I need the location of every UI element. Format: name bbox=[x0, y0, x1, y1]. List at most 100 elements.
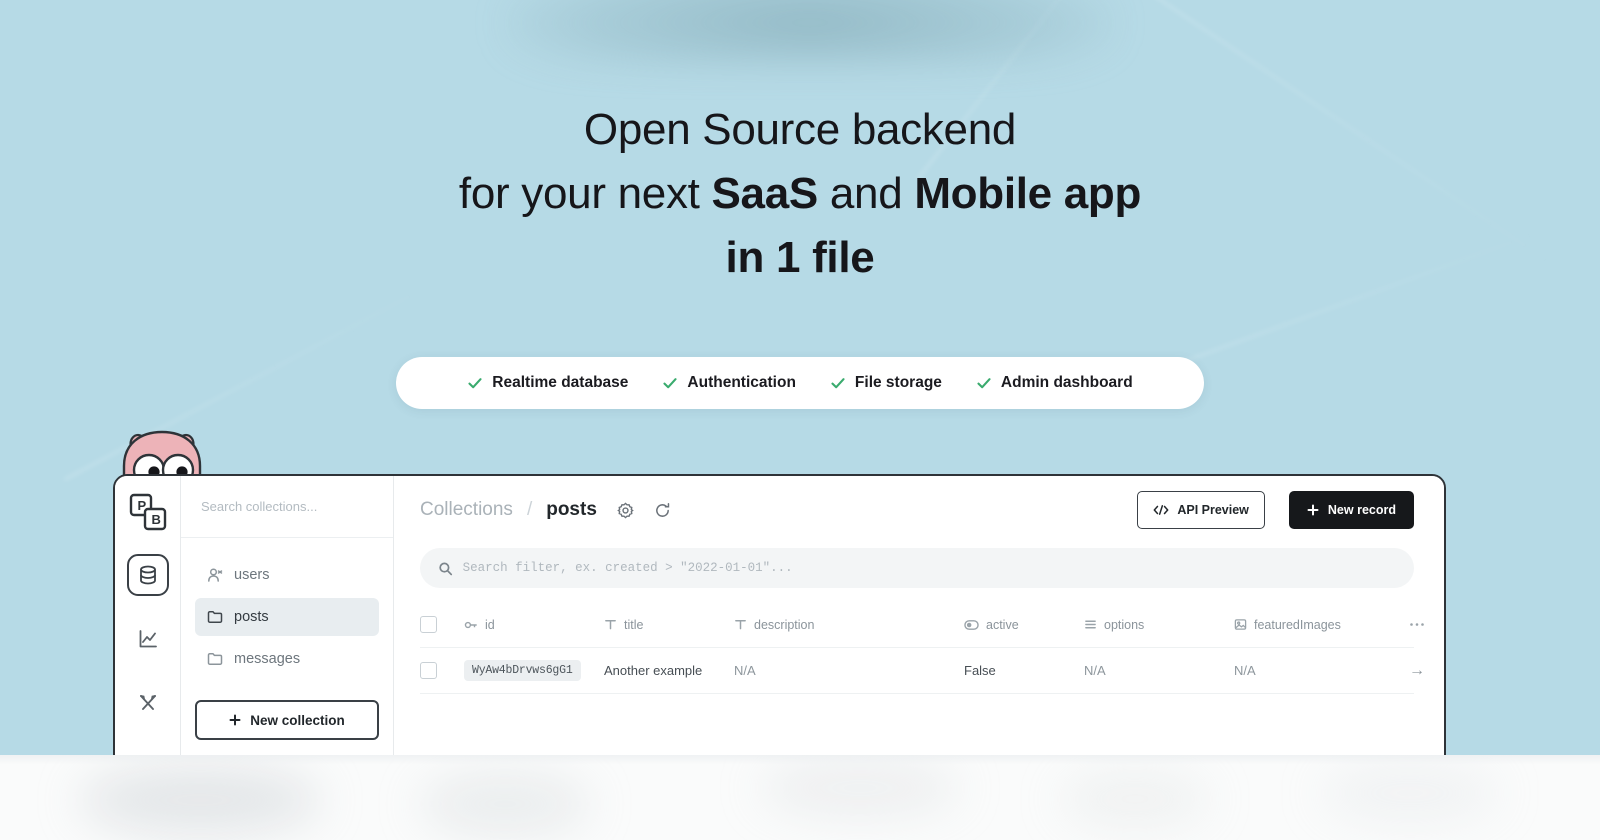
text-icon bbox=[735, 620, 746, 630]
rail-item-logs[interactable] bbox=[127, 618, 169, 660]
new-collection-label: New collection bbox=[250, 712, 345, 728]
check-icon bbox=[977, 378, 991, 389]
folder-icon bbox=[207, 611, 223, 623]
image-icon bbox=[1234, 619, 1247, 630]
cell-id: WyAw4bDrvws6gG1 bbox=[464, 660, 604, 681]
list-icon bbox=[1085, 620, 1096, 629]
column-header-id[interactable]: id bbox=[464, 618, 604, 632]
main-panel: Collections / posts API Preview New reco… bbox=[394, 476, 1444, 772]
headline-line-3: in 1 file bbox=[725, 233, 875, 282]
blur-smudge bbox=[80, 765, 320, 835]
table-row[interactable]: WyAw4bDrvws6gG1 Another example N/A Fals… bbox=[420, 648, 1425, 694]
column-header-description[interactable]: description bbox=[734, 618, 964, 632]
sidebar-item-posts[interactable]: posts bbox=[195, 598, 379, 636]
text-icon bbox=[605, 620, 616, 630]
svg-text:P: P bbox=[137, 498, 146, 513]
filter-bar bbox=[394, 544, 1444, 588]
pocketbase-admin-window: P B Search collections... users posts me… bbox=[113, 474, 1446, 774]
chart-icon bbox=[139, 630, 157, 648]
plus-icon bbox=[1307, 504, 1319, 516]
breadcrumb-collections[interactable]: Collections bbox=[420, 499, 513, 521]
database-icon bbox=[139, 565, 156, 585]
api-preview-label: API Preview bbox=[1177, 503, 1249, 517]
column-label: active bbox=[986, 617, 1019, 632]
search-collections-input[interactable] bbox=[201, 499, 373, 514]
feature-item-realtime-database: Realtime database bbox=[467, 374, 628, 392]
select-all-checkbox[interactable] bbox=[420, 616, 437, 633]
folder-icon bbox=[207, 653, 223, 665]
column-label: title bbox=[624, 617, 644, 632]
headline-saas: SaaS bbox=[711, 169, 819, 218]
headline-line-2: for your next SaaS and Mobile app bbox=[0, 162, 1600, 226]
new-record-button[interactable]: New record bbox=[1288, 491, 1414, 529]
cell-description: N/A bbox=[734, 663, 756, 678]
headline-mobile-app: Mobile app bbox=[914, 169, 1142, 218]
check-icon bbox=[468, 378, 482, 389]
icon-rail: P B bbox=[115, 476, 181, 772]
breadcrumb-current: posts bbox=[546, 499, 597, 520]
tools-icon bbox=[139, 695, 156, 710]
records-table: id title description active options feat… bbox=[394, 602, 1444, 694]
search-collections-row bbox=[181, 476, 393, 538]
plus-icon bbox=[229, 714, 241, 726]
column-options-button[interactable] bbox=[1409, 622, 1425, 627]
blur-smudge bbox=[760, 759, 960, 817]
users-icon bbox=[208, 568, 223, 582]
arrow-right-icon: → bbox=[1409, 661, 1425, 679]
row-open-button[interactable]: → bbox=[1409, 662, 1425, 680]
breadcrumb-separator: / bbox=[526, 499, 533, 520]
feature-label: Admin dashboard bbox=[1000, 374, 1133, 391]
refresh-icon bbox=[656, 502, 670, 517]
column-label: options bbox=[1104, 617, 1145, 632]
new-collection-button[interactable]: New collection bbox=[195, 700, 379, 740]
key-icon bbox=[464, 621, 477, 628]
filter-input[interactable] bbox=[462, 561, 1396, 575]
filter-input-wrap[interactable] bbox=[420, 548, 1414, 588]
headline-middle: and bbox=[817, 169, 915, 218]
collection-settings-button[interactable] bbox=[617, 501, 634, 519]
sidebar-item-label: users bbox=[234, 567, 270, 583]
svg-text:B: B bbox=[151, 512, 160, 527]
column-header-featured-images[interactable]: featuredImages bbox=[1234, 618, 1409, 632]
row-checkbox[interactable] bbox=[420, 662, 437, 679]
collections-sidebar: users posts messages New collectio bbox=[181, 476, 394, 772]
feature-bar: Realtime database Authentication File st… bbox=[396, 357, 1204, 409]
refresh-button[interactable] bbox=[654, 502, 671, 519]
topbar: Collections / posts API Preview New reco… bbox=[394, 476, 1444, 544]
column-header-active[interactable]: active bbox=[964, 618, 1084, 632]
column-label: featuredImages bbox=[1254, 617, 1341, 632]
select-all-cell[interactable] bbox=[420, 616, 464, 633]
headline-prefix: for your next bbox=[458, 169, 712, 218]
new-record-label: New record bbox=[1327, 503, 1396, 517]
column-label: description bbox=[754, 617, 815, 632]
column-header-options[interactable]: options bbox=[1084, 618, 1234, 632]
rail-item-settings[interactable] bbox=[127, 682, 169, 724]
sidebar-item-messages[interactable]: messages bbox=[195, 640, 379, 678]
sidebar-item-label: posts bbox=[234, 609, 269, 625]
search-icon bbox=[439, 562, 453, 575]
toggle-icon bbox=[964, 619, 979, 630]
api-preview-button[interactable]: API Preview bbox=[1137, 491, 1265, 529]
code-icon bbox=[1153, 505, 1169, 515]
headline-line-1: Open Source backend bbox=[583, 105, 1017, 154]
table-header-row: id title description active options feat… bbox=[420, 602, 1424, 648]
cell-options: N/A bbox=[1084, 663, 1106, 678]
feature-label: Realtime database bbox=[492, 374, 629, 391]
collections-list: users posts messages bbox=[181, 538, 393, 678]
feature-label: File storage bbox=[854, 374, 942, 391]
column-header-title[interactable]: title bbox=[604, 618, 734, 632]
sidebar-item-users[interactable]: users bbox=[195, 556, 379, 594]
bottom-blurred-band bbox=[0, 755, 1600, 840]
check-icon bbox=[663, 378, 677, 389]
cell-title: Another example bbox=[604, 663, 703, 678]
blur-smudge bbox=[420, 773, 590, 835]
row-select-cell[interactable] bbox=[420, 662, 464, 679]
blurred-top-banner bbox=[505, 0, 1115, 65]
rail-item-collections[interactable] bbox=[126, 554, 169, 596]
pocketbase-logo-icon[interactable]: P B bbox=[128, 492, 168, 532]
blur-smudge bbox=[1320, 761, 1500, 825]
blur-smudge bbox=[1060, 769, 1210, 829]
sidebar-item-label: messages bbox=[234, 651, 301, 667]
column-label: id bbox=[485, 617, 495, 632]
cell-active: False bbox=[964, 663, 996, 678]
